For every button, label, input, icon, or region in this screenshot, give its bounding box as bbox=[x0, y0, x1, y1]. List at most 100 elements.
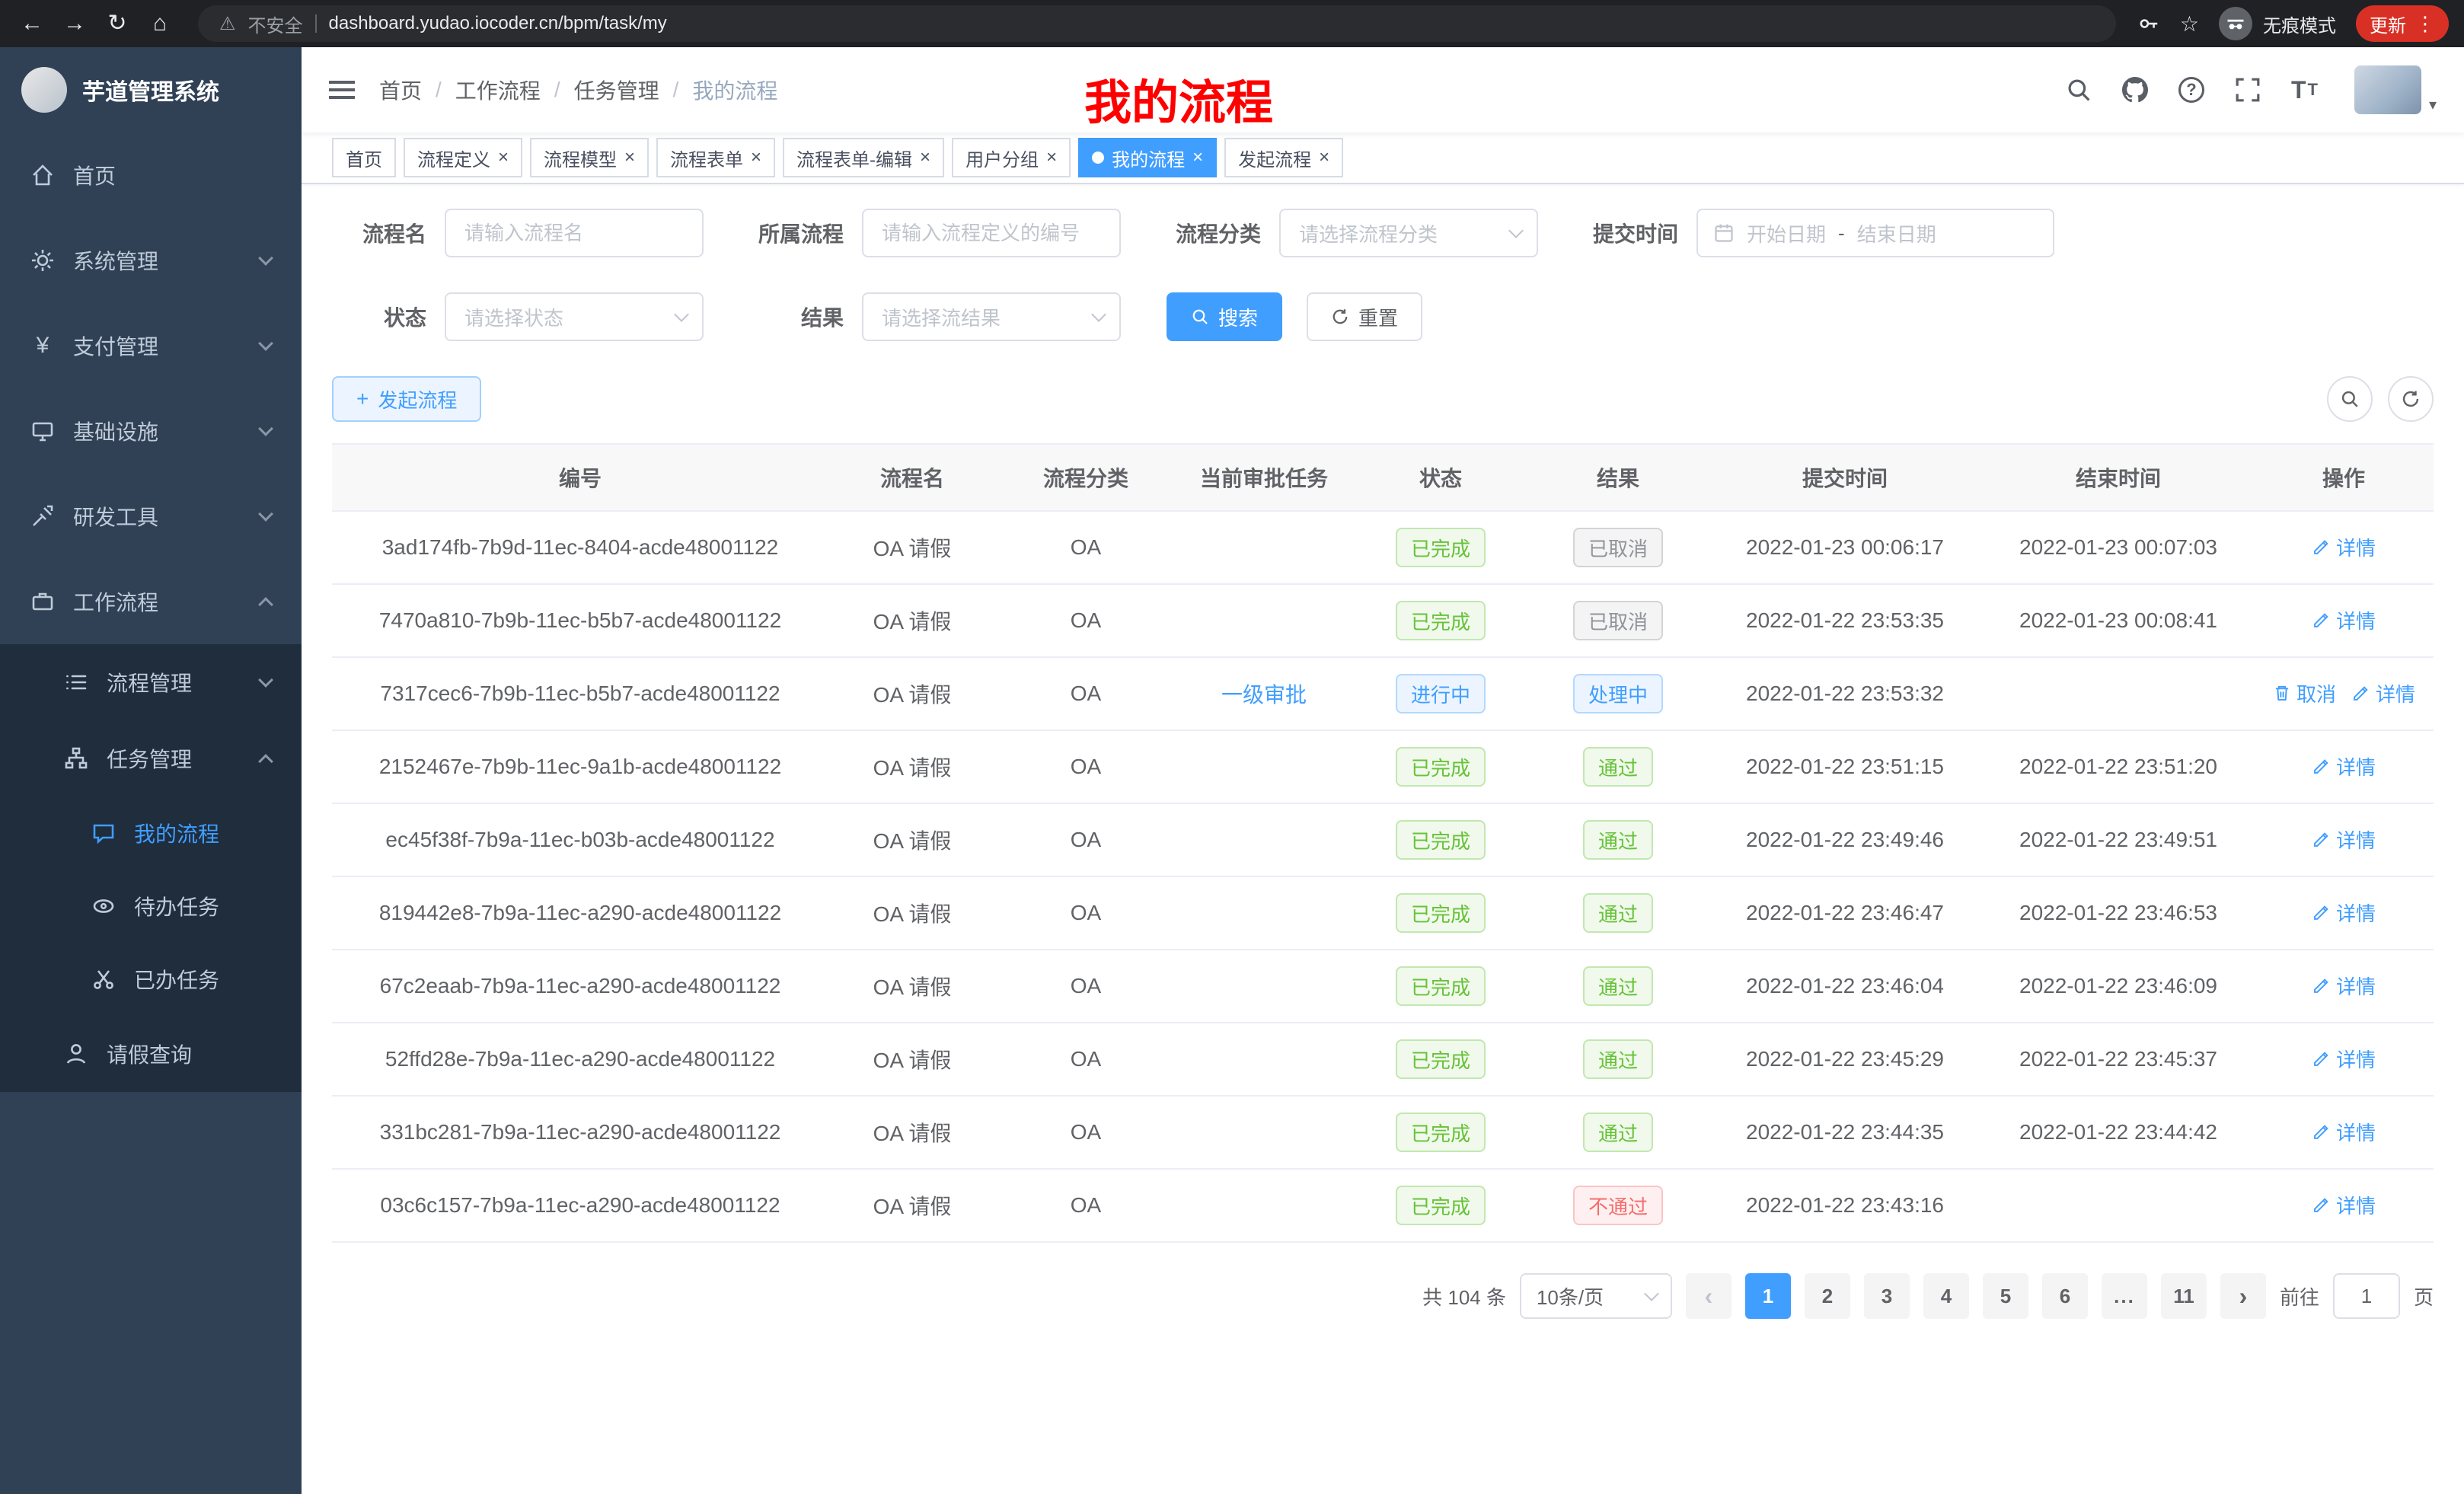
task-link[interactable]: 一级审批 bbox=[1221, 683, 1307, 707]
tab[interactable]: 发起流程 × bbox=[1224, 138, 1343, 177]
prev-page-button[interactable]: ‹ bbox=[1686, 1273, 1732, 1319]
tab-close-icon[interactable]: × bbox=[1319, 148, 1329, 167]
search-button[interactable]: 搜索 bbox=[1167, 292, 1282, 341]
goto-page-input[interactable] bbox=[2333, 1273, 2400, 1319]
detail-action[interactable]: 详情 bbox=[2312, 899, 2376, 927]
tab[interactable]: 用户分组 × bbox=[952, 138, 1071, 177]
detail-action[interactable]: 详情 bbox=[2312, 972, 2376, 1000]
pager-page-11[interactable]: 11 bbox=[2161, 1273, 2207, 1319]
tab[interactable]: 流程表单-编辑 × bbox=[783, 138, 944, 177]
sidebar-item-done-tasks[interactable]: 已办任务 bbox=[0, 943, 302, 1016]
tab[interactable]: 流程模型 × bbox=[530, 138, 649, 177]
tab-close-icon[interactable]: × bbox=[1046, 148, 1057, 167]
detail-action[interactable]: 详情 bbox=[2312, 825, 2376, 854]
result-tag: 通过 bbox=[1583, 747, 1653, 787]
sidebar-item-my-process[interactable]: 我的流程 bbox=[0, 796, 302, 870]
pager-page-3[interactable]: 3 bbox=[1864, 1273, 1910, 1319]
user-menu[interactable]: ▾ bbox=[2354, 65, 2437, 114]
tab[interactable]: 首页 bbox=[332, 138, 396, 177]
detail-action[interactable]: 详情 bbox=[2351, 679, 2415, 707]
reset-button[interactable]: 重置 bbox=[1307, 292, 1422, 341]
pagination: 共 104 条 10条/页 ‹ 123456...11 › 前往 页 bbox=[332, 1273, 2434, 1319]
pager-page-4[interactable]: 4 bbox=[1923, 1273, 1969, 1319]
sidebar-item-todo-tasks[interactable]: 待办任务 bbox=[0, 870, 302, 943]
tab-close-icon[interactable]: × bbox=[498, 148, 509, 167]
column-header: 结果 bbox=[1529, 444, 1707, 511]
tab-close-icon[interactable]: × bbox=[751, 148, 761, 167]
cell-status: 已完成 bbox=[1352, 950, 1529, 1023]
submit-time-range-picker[interactable]: 开始日期 - 结束日期 bbox=[1696, 209, 2054, 257]
tab[interactable]: 我的流程 × bbox=[1078, 138, 1217, 177]
filter-label-result: 结果 bbox=[749, 302, 844, 332]
hamburger-icon[interactable] bbox=[329, 81, 355, 99]
detail-action[interactable]: 详情 bbox=[2312, 533, 2376, 561]
breadcrumb-workflow[interactable]: 工作流程 bbox=[455, 75, 541, 105]
help-icon[interactable]: ? bbox=[2178, 77, 2204, 103]
address-bar[interactable]: ⚠ 不安全 dashboard.yudao.iocoder.cn/bpm/tas… bbox=[198, 5, 2116, 42]
cell-status: 已完成 bbox=[1352, 511, 1529, 584]
security-label: 不安全 bbox=[248, 11, 303, 37]
process-name-input[interactable] bbox=[445, 209, 704, 257]
pager-ellipsis[interactable]: ... bbox=[2102, 1273, 2147, 1319]
process-definition-input[interactable] bbox=[862, 209, 1121, 257]
status-tag: 已完成 bbox=[1396, 893, 1486, 933]
search-icon[interactable] bbox=[2066, 77, 2092, 103]
tab[interactable]: 流程定义 × bbox=[404, 138, 522, 177]
status-select[interactable]: 请选择状态 bbox=[445, 292, 704, 341]
pager-page-5[interactable]: 5 bbox=[1983, 1273, 2028, 1319]
sidebar-item-home[interactable]: 首页 bbox=[0, 132, 302, 218]
browser-forward-icon[interactable]: → bbox=[58, 7, 91, 40]
caret-down-icon: ▾ bbox=[2429, 95, 2437, 114]
tab[interactable]: 流程表单 × bbox=[656, 138, 775, 177]
filter-label-status: 状态 bbox=[332, 302, 426, 332]
sidebar-item-process-mgmt[interactable]: 流程管理 bbox=[0, 644, 302, 720]
key-icon[interactable] bbox=[2137, 12, 2160, 35]
github-icon[interactable] bbox=[2122, 77, 2148, 103]
toggle-search-button[interactable] bbox=[2327, 376, 2373, 422]
refresh-table-button[interactable] bbox=[2388, 376, 2434, 422]
detail-action[interactable]: 详情 bbox=[2312, 606, 2376, 634]
browser-back-icon[interactable]: ← bbox=[15, 7, 49, 40]
cell-category: OA bbox=[996, 1096, 1176, 1169]
sidebar-item-payment[interactable]: ¥ 支付管理 bbox=[0, 303, 302, 388]
incognito-icon bbox=[2219, 7, 2252, 40]
breadcrumb-task-mgmt[interactable]: 任务管理 bbox=[574, 75, 659, 105]
browser-update-button[interactable]: 更新 ⋮ bbox=[2356, 5, 2449, 42]
browser-home-icon[interactable]: ⌂ bbox=[143, 7, 177, 40]
font-size-icon[interactable]: TT bbox=[2291, 76, 2318, 104]
tab-close-icon[interactable]: × bbox=[624, 148, 635, 167]
fullscreen-icon[interactable] bbox=[2235, 77, 2261, 103]
tab-close-icon[interactable]: × bbox=[920, 148, 930, 167]
cell-submit-time: 2022-01-22 23:53:35 bbox=[1707, 584, 1983, 657]
category-select[interactable]: 请选择流程分类 bbox=[1279, 209, 1538, 257]
sidebar-item-workflow[interactable]: 工作流程 bbox=[0, 559, 302, 644]
sidebar-item-task-mgmt[interactable]: 任务管理 bbox=[0, 720, 302, 796]
tab-close-icon[interactable]: × bbox=[1192, 148, 1203, 167]
bookmark-star-icon[interactable]: ☆ bbox=[2180, 11, 2199, 37]
detail-action[interactable]: 详情 bbox=[2312, 752, 2376, 781]
cell-end-time: 2022-01-22 23:44:42 bbox=[1983, 1096, 2254, 1169]
status-tag: 已完成 bbox=[1396, 1186, 1486, 1225]
browser-reload-icon[interactable]: ↻ bbox=[101, 7, 134, 40]
pager-page-2[interactable]: 2 bbox=[1805, 1273, 1850, 1319]
create-process-button[interactable]: + 发起流程 bbox=[332, 376, 481, 422]
browser-menu-icon[interactable]: ⋮ bbox=[2415, 12, 2435, 36]
breadcrumb-home[interactable]: 首页 bbox=[379, 75, 422, 105]
cell-actions: 详情 bbox=[2254, 511, 2434, 584]
detail-action[interactable]: 详情 bbox=[2312, 1191, 2376, 1219]
page-size-select[interactable]: 10条/页 bbox=[1520, 1273, 1672, 1319]
pager-page-6[interactable]: 6 bbox=[2042, 1273, 2088, 1319]
detail-action[interactable]: 详情 bbox=[2312, 1118, 2376, 1146]
detail-action[interactable]: 详情 bbox=[2312, 1045, 2376, 1073]
cancel-action[interactable]: 取消 bbox=[2272, 679, 2336, 707]
table-row: 3ad174fb-7b9d-11ec-8404-acde48001122 OA … bbox=[332, 511, 2434, 584]
result-select[interactable]: 请选择流结果 bbox=[862, 292, 1121, 341]
sidebar-item-devtools[interactable]: 研发工具 bbox=[0, 474, 302, 559]
incognito-badge: 无痕模式 bbox=[2219, 7, 2336, 40]
sidebar-item-infrastructure[interactable]: 基础设施 bbox=[0, 388, 302, 474]
sidebar-item-system[interactable]: 系统管理 bbox=[0, 218, 302, 303]
pager-page-1[interactable]: 1 bbox=[1745, 1273, 1791, 1319]
cell-submit-time: 2022-01-22 23:53:32 bbox=[1707, 657, 1983, 730]
sidebar-item-leave-query[interactable]: 请假查询 bbox=[0, 1016, 302, 1092]
next-page-button[interactable]: › bbox=[2220, 1273, 2266, 1319]
